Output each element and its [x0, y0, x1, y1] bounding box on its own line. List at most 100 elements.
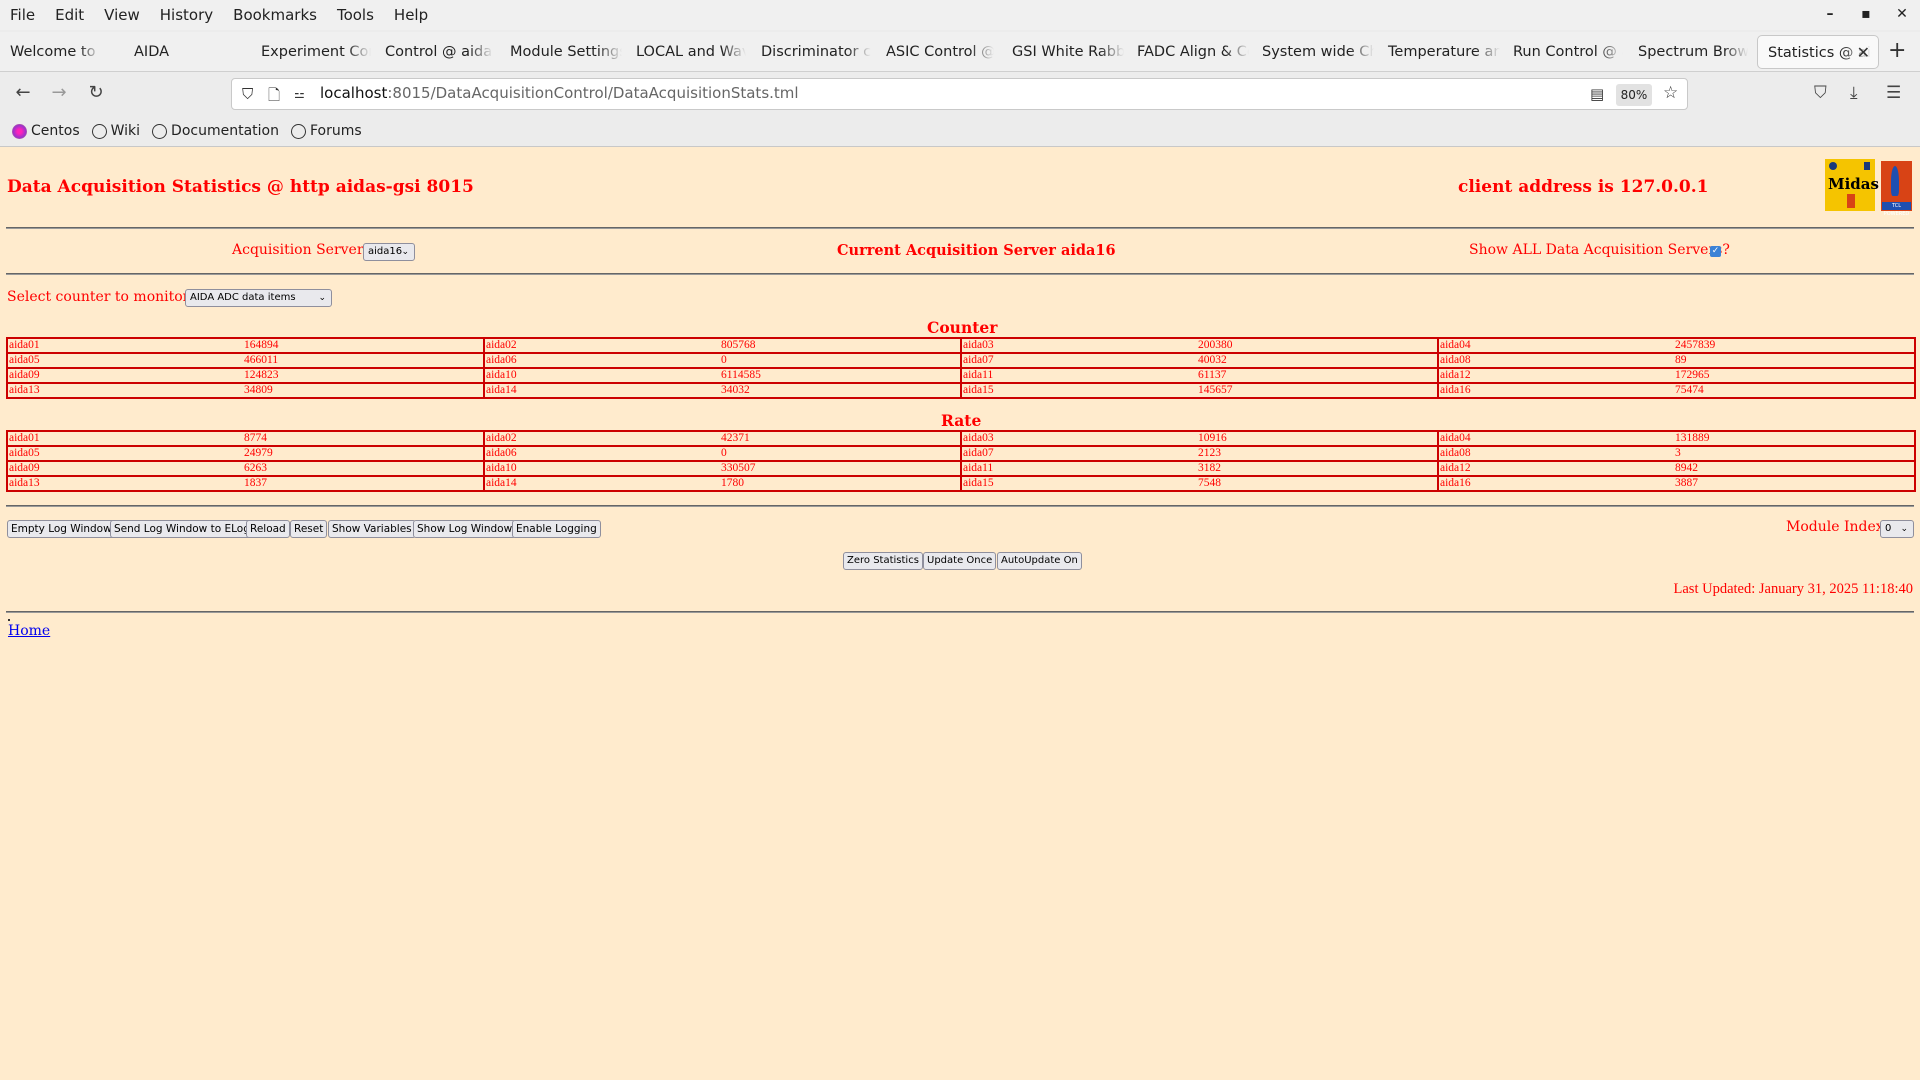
rate-value: 2123: [1198, 445, 1439, 462]
bookmark-star-icon[interactable]: ☆: [1663, 83, 1678, 103]
bookmark-centos[interactable]: Centos: [12, 123, 80, 139]
bookmark-wiki[interactable]: Wiki: [91, 123, 141, 139]
counter-value: 200380: [1198, 337, 1439, 354]
tab-aida[interactable]: AIDA: [124, 35, 204, 69]
rate-server-name: aida14: [483, 475, 721, 492]
update-once-button[interactable]: Update Once: [923, 552, 997, 570]
browser-chrome: File Edit View History Bookmarks Tools H…: [0, 0, 1920, 147]
minimize-icon[interactable]: –: [1822, 4, 1838, 24]
rate-server-name: aida07: [960, 445, 1198, 462]
rate-server-name: aida16: [1437, 475, 1675, 492]
empty-log-window-button[interactable]: Empty Log Window: [7, 520, 116, 538]
acquisition-servers-select[interactable]: aida16 ⌄: [363, 243, 415, 261]
tab-fadc-align[interactable]: FADC Align & Control: [1127, 35, 1249, 69]
counter-server-name: aida02: [483, 337, 721, 354]
divider: [6, 505, 1914, 507]
url-bar[interactable]: ⛉ 🗋 ⚍ localhost:8015/DataAcquisitionCont…: [231, 78, 1688, 110]
centos-icon: [12, 123, 27, 139]
tab-statistics-active[interactable]: Statistics @ aidas ✕: [1757, 35, 1879, 69]
tab-temperature[interactable]: Temperature and: [1378, 35, 1500, 69]
menu-history[interactable]: History: [160, 6, 213, 24]
close-window-icon[interactable]: ✕: [1894, 4, 1910, 24]
permissions-icon[interactable]: ⚍: [294, 87, 305, 101]
send-log-to-elog-button[interactable]: Send Log Window to ELog: [110, 520, 254, 538]
hamburger-menu-icon[interactable]: ☰: [1886, 82, 1901, 104]
bookmark-label: Documentation: [171, 123, 279, 139]
counter-server-name: aida08: [1437, 352, 1675, 369]
globe-icon: [152, 123, 168, 139]
forward-icon[interactable]: →: [47, 82, 71, 104]
menu-view[interactable]: View: [104, 6, 140, 24]
home-link[interactable]: Home: [8, 623, 50, 639]
counter-server-name: aida12: [1437, 367, 1675, 384]
tab-asic-control[interactable]: ASIC Control @: [876, 35, 994, 69]
reader-view-icon[interactable]: ▤: [1590, 85, 1604, 103]
rate-server-name: aida13: [6, 475, 244, 492]
counter-value: 164894: [244, 337, 485, 354]
counter-select-value: AIDA ADC data items: [190, 292, 296, 303]
menu-help[interactable]: Help: [394, 6, 428, 24]
tab-local-wave[interactable]: LOCAL and Wave: [626, 35, 746, 69]
tab-spectrum-browser[interactable]: Spectrum Browser: [1628, 35, 1748, 69]
menu-edit[interactable]: Edit: [55, 6, 84, 24]
url-path: :8015/DataAcquisitionControl/DataAcquisi…: [387, 84, 799, 102]
counter-select[interactable]: AIDA ADC data items ⌄: [185, 289, 332, 307]
navigation-bar: ← → ↻ ⛉ 🗋 ⚍ localhost:8015/DataAcquisiti…: [0, 72, 1920, 116]
counter-server-name: aida07: [960, 352, 1198, 369]
rate-row: aida05 24979 aida06 0 aida07 2123 aida08 3: [6, 445, 1916, 462]
tab-experiment-control[interactable]: Experiment Control: [251, 35, 371, 69]
menu-tools[interactable]: Tools: [337, 6, 374, 24]
back-icon[interactable]: ←: [11, 82, 35, 104]
enable-logging-button[interactable]: Enable Logging: [512, 520, 601, 538]
counter-server-name: aida09: [6, 367, 244, 384]
rate-value: 0: [721, 445, 962, 462]
reload-button[interactable]: Reload: [246, 520, 290, 538]
autoupdate-button[interactable]: AutoUpdate On: [997, 552, 1082, 570]
acquisition-servers-label: Acquisition Servers: [232, 242, 371, 258]
counter-server-name: aida13: [6, 382, 244, 399]
counter-row: aida01 164894 aida02 805768 aida03 200380 aida…: [6, 337, 1916, 354]
chevron-down-icon: ⌄: [1900, 524, 1908, 534]
tab-module-settings[interactable]: Module Settings: [500, 35, 622, 69]
url-text[interactable]: localhost:8015/DataAcquisitionControl/Da…: [320, 84, 799, 102]
page-content: Data Acquisition Statistics @ http aidas…: [0, 147, 1920, 1080]
divider: [6, 227, 1914, 229]
tab-gsi-white-rabbit[interactable]: GSI White Rabbit: [1002, 35, 1124, 69]
pocket-icon[interactable]: ⛉: [1814, 82, 1827, 104]
logo-shield-icon: [1864, 162, 1870, 170]
show-log-window-button[interactable]: Show Log Window: [413, 520, 517, 538]
show-all-servers-checkbox[interactable]: ✓: [1710, 246, 1721, 257]
feather-icon: [1891, 166, 1899, 196]
reload-icon[interactable]: ↻: [84, 82, 108, 104]
counter-server-name: aida15: [960, 382, 1198, 399]
tab-system-wide-checks[interactable]: System wide Checks: [1252, 35, 1374, 69]
counter-value: 34809: [244, 382, 485, 399]
midas-logo-text: Midas: [1828, 175, 1879, 193]
tab-discriminator[interactable]: Discriminator control: [751, 35, 871, 69]
page-icon: 🗋: [268, 86, 281, 104]
rate-server-name: aida06: [483, 445, 721, 462]
module-index-select[interactable]: 0 ⌄: [1880, 520, 1914, 538]
midas-logo: Midas: [1825, 159, 1879, 211]
zoom-level-badge[interactable]: 80%: [1616, 84, 1652, 106]
show-variables-button[interactable]: Show Variables: [328, 520, 416, 538]
zero-statistics-button[interactable]: Zero Statistics: [843, 552, 923, 570]
menu-bookmarks[interactable]: Bookmarks: [233, 6, 317, 24]
downloads-icon[interactable]: ⤓: [1850, 82, 1858, 104]
tab-run-control[interactable]: Run Control @ a: [1503, 35, 1623, 69]
counter-heading: Counter: [927, 318, 998, 337]
close-tab-icon[interactable]: ✕: [1857, 36, 1870, 68]
shield-icon[interactable]: ⛉: [242, 85, 253, 103]
menu-bar: File Edit View History Bookmarks Tools H…: [0, 0, 1920, 30]
tab-control-aidas[interactable]: Control @ aidas: [375, 35, 493, 69]
reset-button[interactable]: Reset: [290, 520, 328, 538]
bookmark-forums[interactable]: Forums: [290, 123, 362, 139]
tab-welcome-centos[interactable]: Welcome to Centos: [0, 35, 100, 69]
bookmark-documentation[interactable]: Documentation: [152, 123, 279, 139]
bookmark-label: Wiki: [110, 123, 141, 139]
rate-value: 131889: [1675, 430, 1916, 447]
maximize-icon[interactable]: ▪: [1858, 4, 1874, 24]
menu-file[interactable]: File: [10, 6, 35, 24]
new-tab-icon[interactable]: +: [1888, 38, 1906, 64]
counter-value: 40032: [1198, 352, 1439, 369]
